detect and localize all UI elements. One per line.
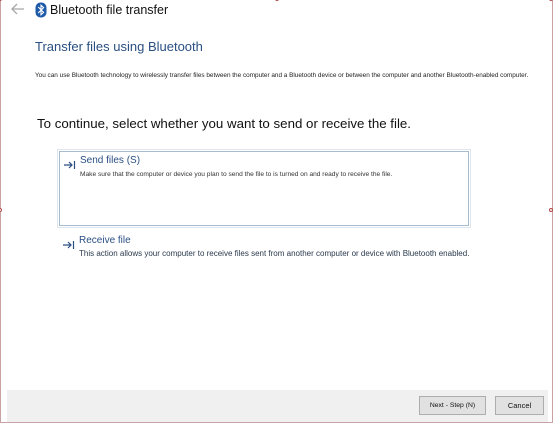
instruction-prompt: To continue, select whether you want to … [37, 116, 412, 131]
page-heading: Transfer files using Bluetooth [35, 39, 203, 54]
intro-text: You can use Bluetooth technology to wire… [35, 72, 529, 79]
title-bar: Bluetooth file transfer [1, 0, 552, 22]
resize-handle-right[interactable] [549, 208, 553, 212]
receive-file-option[interactable]: Receive file This action allows your com… [59, 232, 539, 266]
window-title: Bluetooth file transfer [50, 3, 169, 17]
send-files-title: Send files (S) [80, 155, 141, 166]
bluetooth-transfer-window: Bluetooth file transfer Transfer files u… [0, 0, 553, 423]
send-files-option[interactable]: Send files (S) Make sure that the comput… [57, 149, 471, 228]
receive-file-description: This action allows your computer to rece… [79, 249, 470, 258]
receive-file-title: Receive file [79, 235, 131, 246]
arrow-right-icon [64, 157, 76, 169]
arrow-right-icon [63, 237, 75, 249]
resize-handle-left[interactable] [0, 208, 2, 212]
bluetooth-icon [35, 2, 47, 18]
cancel-button[interactable]: Cancel [495, 396, 544, 415]
dialog-footer: Next - Step (N) Cancel [7, 390, 548, 422]
send-files-description: Make sure that the computer or device yo… [80, 171, 393, 178]
next-step-button[interactable]: Next - Step (N) [419, 396, 486, 415]
back-arrow-icon[interactable] [11, 3, 27, 17]
